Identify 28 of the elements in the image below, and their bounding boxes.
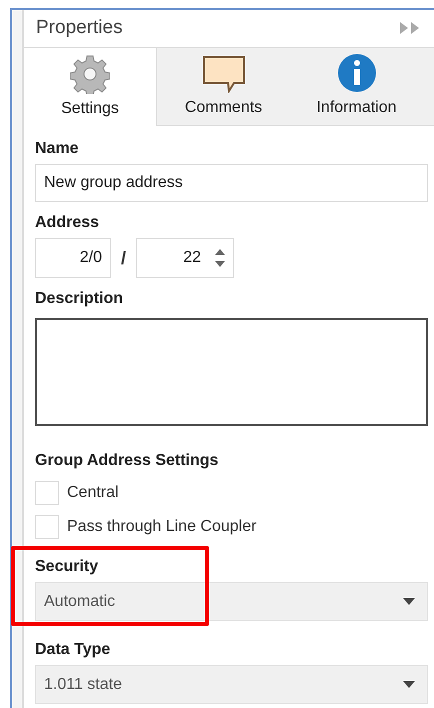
description-field[interactable] (35, 318, 428, 426)
spinner-arrows-icon[interactable] (215, 249, 226, 267)
checkbox[interactable] (35, 515, 59, 539)
gear-icon (70, 54, 110, 94)
address-separator: / (121, 248, 126, 268)
field-label: Security (35, 558, 100, 576)
checkbox-label: Central (67, 484, 119, 502)
name-field[interactable]: New group address (35, 164, 428, 202)
field-label: Name (35, 140, 80, 158)
dropdown[interactable]: Automatic (35, 582, 428, 621)
section-heading: Group Address Settings (35, 452, 220, 470)
dropdown-arrow-icon (403, 681, 415, 688)
checkbox-label: Pass through Line Coupler (67, 518, 256, 536)
tab[interactable]: Information (290, 48, 423, 125)
field-label: Address (35, 214, 100, 232)
dropdown[interactable]: 1.011 state (35, 665, 428, 704)
speech-bubble-icon (202, 55, 246, 93)
collapse-panel-icon[interactable] (400, 22, 420, 34)
tab[interactable]: Settings (24, 48, 157, 126)
address-spin-field[interactable]: 22 (136, 238, 234, 278)
tab[interactable]: Comments (157, 48, 290, 125)
main-group-field[interactable]: 2/0 (35, 238, 111, 278)
info-icon (336, 53, 376, 93)
field-label: Description (35, 290, 124, 308)
checkbox[interactable] (35, 481, 59, 505)
field-label: Data Type (35, 641, 112, 659)
dropdown-arrow-icon (403, 598, 415, 605)
panel-title: Properties (36, 17, 123, 40)
